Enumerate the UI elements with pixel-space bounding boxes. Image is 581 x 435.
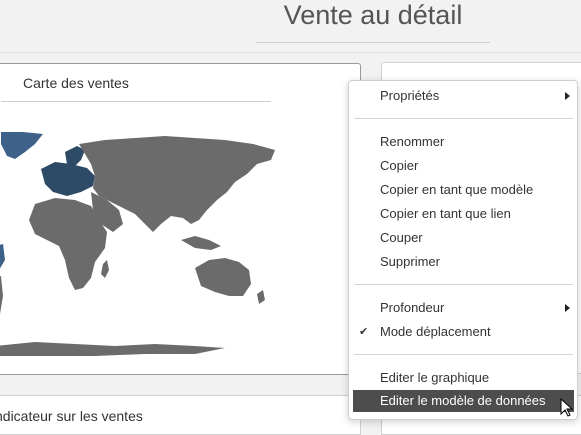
menu-item-label: Renommer <box>380 134 445 149</box>
menu-item-depth[interactable]: Profondeur <box>353 297 574 319</box>
sales-map-panel[interactable]: Carte des ventes <box>0 63 361 375</box>
menu-item-label: Editer le graphique <box>380 370 490 385</box>
menu-item-label: Supprimer <box>380 254 440 269</box>
mouse-pointer-icon <box>560 398 574 417</box>
menu-item-label: Couper <box>380 230 423 245</box>
menu-item-properties[interactable]: Propriétés <box>353 85 574 107</box>
map-region-greenland <box>1 132 43 159</box>
world-map[interactable] <box>0 64 362 376</box>
checkmark-icon: ✔ <box>359 326 369 338</box>
map-region-antarctica <box>0 342 225 356</box>
map-region-indonesia <box>181 236 221 250</box>
submenu-arrow-icon <box>565 92 570 100</box>
header-divider <box>0 52 581 53</box>
submenu-arrow-icon <box>565 304 570 312</box>
map-region-australia <box>195 258 251 296</box>
page-title: Vente au détail <box>256 0 490 43</box>
map-region-americas-north <box>0 244 5 269</box>
menu-item-copy[interactable]: Copier <box>353 155 574 177</box>
context-menu[interactable]: Propriétés Renommer Copier Copier en tan… <box>348 80 578 420</box>
menu-item-label: Profondeur <box>380 300 445 315</box>
map-region-americas-south <box>0 276 3 314</box>
menu-item-copy-as-link[interactable]: Copier en tant que lien <box>353 203 574 225</box>
sales-indicator-title: ndicateur sur les ventes <box>0 408 143 424</box>
menu-item-delete[interactable]: Supprimer <box>353 251 574 273</box>
menu-item-label: Copier <box>380 158 419 173</box>
menu-item-label: Copier en tant que modèle <box>380 182 534 197</box>
menu-separator <box>354 284 573 285</box>
menu-separator <box>354 354 573 355</box>
map-region-new-zealand <box>257 290 265 304</box>
map-region-madagascar <box>101 260 109 278</box>
menu-item-edit-data-model[interactable]: Editer le modèle de données <box>353 390 574 412</box>
menu-item-label: Propriétés <box>380 88 440 103</box>
menu-item-cut[interactable]: Couper <box>353 227 574 249</box>
menu-item-rename[interactable]: Renommer <box>353 131 574 153</box>
sales-indicator-panel[interactable]: ndicateur sur les ventes <box>0 395 361 435</box>
menu-item-label: Mode déplacement <box>380 324 491 339</box>
menu-item-copy-as-template[interactable]: Copier en tant que modèle <box>353 179 574 201</box>
menu-item-label: Editer le modèle de données <box>380 393 546 408</box>
menu-item-label: Copier en tant que lien <box>380 206 511 221</box>
menu-item-move-mode[interactable]: ✔ Mode déplacement <box>353 321 574 343</box>
map-region-europe <box>41 162 95 196</box>
menu-item-edit-chart[interactable]: Editer le graphique <box>353 367 574 389</box>
menu-separator <box>354 118 573 119</box>
